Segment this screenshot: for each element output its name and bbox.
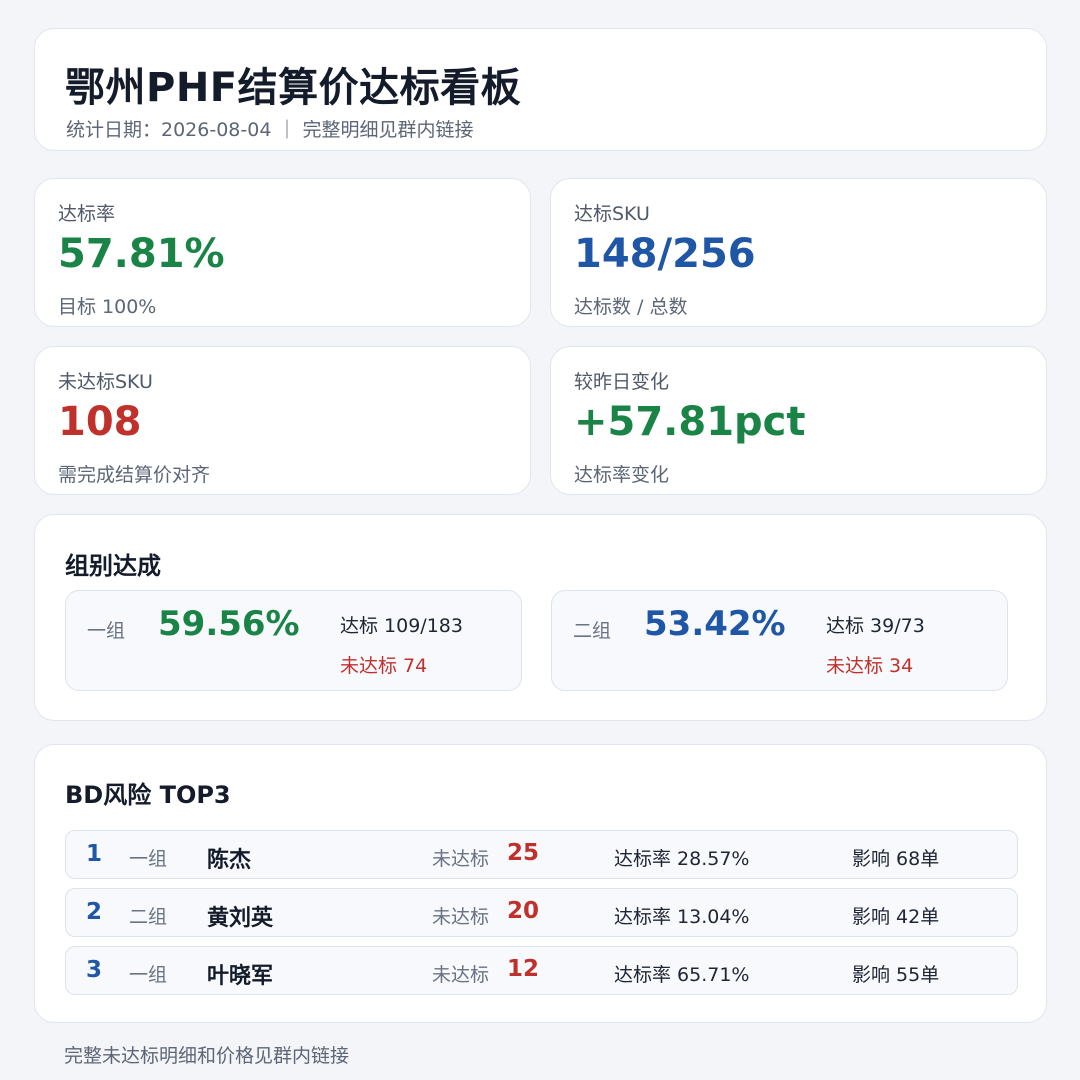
stat-card-fail-sku: 未达标SKU 108 需完成结算价对齐 [34,346,531,495]
risk-rank: 1 [86,841,103,867]
stat-note: 达标率变化 [574,464,670,486]
risk-miss-count: 25 [507,840,540,866]
risk-group: 一组 [129,848,168,870]
group-card-2: 二组 53.42% 达标 39/73 未达标 34 [551,590,1008,691]
risk-group: 二组 [129,906,168,928]
risk-miss-label: 未达标 [432,964,490,986]
group-miss: 未达标 34 [826,655,914,677]
stat-note: 需完成结算价对齐 [58,464,211,486]
stat-value: 108 [58,399,142,445]
stat-note: 达标数 / 总数 [574,296,688,318]
risk-bd-name: 陈杰 [207,848,252,873]
risk-impact: 影响 55单 [852,964,940,986]
risk-pass-rate: 达标率 28.57% [614,848,750,870]
risk-miss-label: 未达标 [432,848,490,870]
stat-value: 148/256 [574,231,756,277]
risk-bd-name: 叶晓军 [207,964,274,989]
risk-section-title: BD风险 TOP3 [65,781,231,809]
risk-rank: 2 [86,899,103,925]
stat-label: 达标率 [58,203,116,225]
risk-pass-rate: 达标率 13.04% [614,906,750,928]
stat-card-daily-change: 较昨日变化 +57.81pct 达标率变化 [550,346,1047,495]
stat-card-pass-sku: 达标SKU 148/256 达标数 / 总数 [550,178,1047,327]
group-name: 二组 [573,620,612,642]
risk-miss-label: 未达标 [432,906,490,928]
group-done: 达标 39/73 [826,615,925,637]
risk-impact: 影响 68单 [852,848,940,870]
stat-value: 57.81% [58,231,225,277]
stat-label: 未达标SKU [58,371,153,393]
risk-rank: 3 [86,957,103,983]
stat-card-pass-rate: 达标率 57.81% 目标 100% [34,178,531,327]
risk-group: 一组 [129,964,168,986]
group-section: 组别达成 一组 59.56% 达标 109/183 未达标 74 二组 53.4… [34,514,1047,721]
group-done: 达标 109/183 [340,615,463,637]
risk-row-3: 3 一组 叶晓军 未达标 12 达标率 65.71% 影响 55单 [65,946,1018,995]
group-name: 一组 [87,620,126,642]
group-rate: 53.42% [644,604,786,644]
risk-miss-count: 20 [507,898,540,924]
stat-label: 达标SKU [574,203,650,225]
risk-miss-count: 12 [507,956,540,982]
stat-label: 较昨日变化 [574,371,670,393]
group-card-1: 一组 59.56% 达标 109/183 未达标 74 [65,590,522,691]
footer-note: 完整未达标明细和价格见群内链接 [64,1045,350,1067]
stat-value: +57.81pct [574,399,806,445]
page-subtitle: 统计日期：2026-08-04 ｜ 完整明细见群内链接 [66,119,474,141]
risk-bd-name: 黄刘英 [207,906,274,931]
group-miss: 未达标 74 [340,655,428,677]
risk-row-2: 2 二组 黄刘英 未达标 20 达标率 13.04% 影响 42单 [65,888,1018,937]
page-title: 鄂州PHF结算价达标看板 [65,65,522,111]
risk-section: BD风险 TOP3 1 一组 陈杰 未达标 25 达标率 28.57% 影响 6… [34,744,1047,1023]
risk-row-1: 1 一组 陈杰 未达标 25 达标率 28.57% 影响 68单 [65,830,1018,879]
risk-impact: 影响 42单 [852,906,940,928]
risk-pass-rate: 达标率 65.71% [614,964,750,986]
group-section-title: 组别达成 [65,552,161,580]
header-card: 鄂州PHF结算价达标看板 统计日期：2026-08-04 ｜ 完整明细见群内链接 [34,28,1047,151]
group-rate: 59.56% [158,604,300,644]
stat-note: 目标 100% [58,296,157,318]
